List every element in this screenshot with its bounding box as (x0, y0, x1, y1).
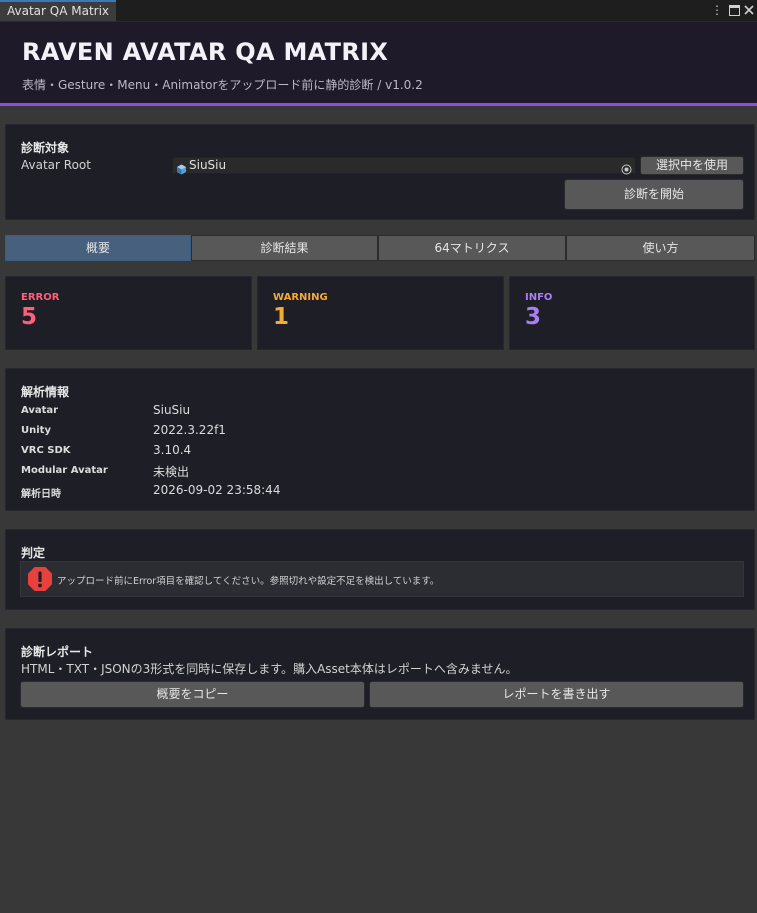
target-section-title: 診断対象 (21, 141, 70, 155)
tab-overview[interactable]: 概要 (5, 235, 191, 261)
report-description: HTML・TXT・JSONの3形式を同時に保存します。購入Asset本体はレポー… (21, 662, 518, 676)
analysis-panel: 解析情報 Avatar SiuSiu Unity 2022.3.22f1 VRC… (5, 368, 755, 511)
tab-usage[interactable]: 使い方 (566, 235, 755, 261)
analysis-value-analyzed-at: 2026-09-02 23:58:44 (153, 483, 281, 497)
error-alert-icon (27, 566, 53, 596)
info-label: INFO (525, 292, 553, 303)
warning-count: 1 (273, 304, 290, 330)
maximize-icon[interactable] (727, 2, 741, 18)
window-tab-title: Avatar QA Matrix (7, 4, 110, 18)
window-content: RAVEN AVATAR QA MATRIX 表情・Gesture・Menu・A… (0, 21, 757, 913)
analysis-key-avatar: Avatar (21, 405, 59, 416)
verdict-message-box: アップロード前にError項目を確認してください。参照切れや設定不足を検出してい… (20, 561, 744, 597)
error-count: 5 (21, 304, 38, 330)
warning-summary-card: WARNING 1 (257, 276, 504, 350)
object-picker-icon[interactable] (621, 160, 632, 179)
avatar-root-value: SiuSiu (189, 158, 227, 172)
page-subtitle: 表情・Gesture・Menu・Animatorをアップロード前に静的診断 / … (22, 78, 423, 92)
error-summary-card: ERROR 5 (5, 276, 252, 350)
info-summary-card: INFO 3 (509, 276, 755, 350)
analysis-value-unity: 2022.3.22f1 (153, 423, 226, 437)
use-selected-button[interactable]: 選択中を使用 (640, 156, 744, 175)
report-section-title: 診断レポート (21, 645, 94, 659)
analysis-key-analyzed-at: 解析日時 (21, 489, 61, 500)
warning-label: WARNING (273, 292, 328, 303)
analysis-value-modular-avatar: 未検出 (153, 465, 190, 479)
target-panel: 診断対象 Avatar Root SiuSiu 選択中を使用 診断を開始 (5, 124, 755, 220)
start-diagnosis-button[interactable]: 診断を開始 (564, 179, 744, 210)
avatar-root-field[interactable]: SiuSiu (172, 157, 636, 175)
error-label: ERROR (21, 292, 60, 303)
info-count: 3 (525, 304, 542, 330)
page-title: RAVEN AVATAR QA MATRIX (22, 38, 389, 66)
tab-results[interactable]: 診断結果 (191, 235, 378, 261)
more-options-icon[interactable]: ⋮ (710, 2, 724, 18)
report-panel: 診断レポート HTML・TXT・JSONの3形式を同時に保存します。購入Asse… (5, 628, 755, 720)
analysis-key-vrc-sdk: VRC SDK (21, 445, 71, 456)
analysis-key-unity: Unity (21, 425, 51, 436)
analysis-value-avatar: SiuSiu (153, 403, 191, 417)
verdict-message: アップロード前にError項目を確認してください。参照切れや設定不足を検出してい… (57, 576, 440, 587)
avatar-root-label: Avatar Root (21, 158, 91, 172)
tab-matrix[interactable]: 64マトリクス (378, 235, 566, 261)
export-report-button[interactable]: レポートを書き出す (369, 681, 744, 708)
window-tab-bar: Avatar QA Matrix ⋮ (0, 0, 757, 21)
header-banner: RAVEN AVATAR QA MATRIX 表情・Gesture・Menu・A… (0, 22, 757, 106)
window-tab[interactable]: Avatar QA Matrix (0, 0, 116, 21)
verdict-section-title: 判定 (21, 546, 46, 560)
avatar-object-icon (176, 160, 187, 179)
verdict-panel: 判定 アップロード前にError項目を確認してください。参照切れや設定不足を検出… (5, 529, 755, 610)
copy-summary-button[interactable]: 概要をコピー (20, 681, 365, 708)
analysis-value-vrc-sdk: 3.10.4 (153, 443, 192, 457)
close-icon[interactable] (742, 2, 756, 18)
analysis-section-title: 解析情報 (21, 385, 70, 399)
analysis-key-modular-avatar: Modular Avatar (21, 465, 108, 476)
